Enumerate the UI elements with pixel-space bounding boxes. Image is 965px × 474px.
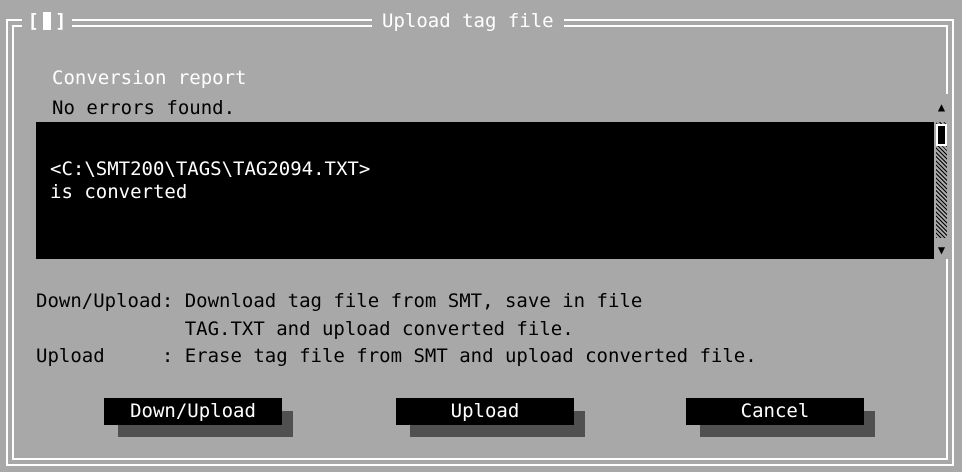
upload-button-group: Upload (396, 398, 586, 438)
log-line: <C:\SMT200\TAGS\TAG2094.TXT> (50, 158, 371, 180)
dialog-title: Upload tag file (372, 9, 564, 33)
upload-tag-file-dialog: [ ] Upload tag file Conversion report No… (0, 0, 962, 472)
close-icon[interactable]: [ ] (22, 9, 72, 33)
report-scrollbar[interactable]: ▲ ▼ (934, 94, 949, 259)
close-bracket-left: [ (27, 9, 39, 32)
scroll-up-arrow-icon[interactable]: ▲ (934, 94, 949, 120)
log-line: is converted (50, 181, 188, 203)
dialog-title-text: Upload tag file (382, 9, 554, 32)
report-status: No errors found. (52, 97, 236, 119)
scroll-thumb[interactable] (936, 124, 947, 146)
help-line-down-upload: Down/Upload: Download tag file from SMT,… (36, 290, 643, 312)
cancel-button-group: Cancel (686, 398, 876, 438)
down-upload-button[interactable]: Down/Upload (104, 398, 282, 425)
close-bracket-right: ] (55, 9, 67, 32)
report-log[interactable]: <C:\SMT200\TAGS\TAG2094.TXT> is converte… (36, 122, 934, 259)
down-upload-button-group: Down/Upload (104, 398, 294, 438)
close-box-glyph (43, 12, 51, 30)
scroll-down-arrow-icon[interactable]: ▼ (934, 240, 949, 259)
conversion-report-label: Conversion report (52, 67, 247, 89)
help-line-down-upload-cont: TAG.TXT and upload converted file. (36, 318, 574, 340)
screen: [ ] Upload tag file Conversion report No… (0, 0, 965, 474)
upload-button[interactable]: Upload (396, 398, 574, 425)
cancel-button[interactable]: Cancel (686, 398, 864, 425)
help-line-upload: Upload : Erase tag file from SMT and upl… (36, 345, 757, 367)
